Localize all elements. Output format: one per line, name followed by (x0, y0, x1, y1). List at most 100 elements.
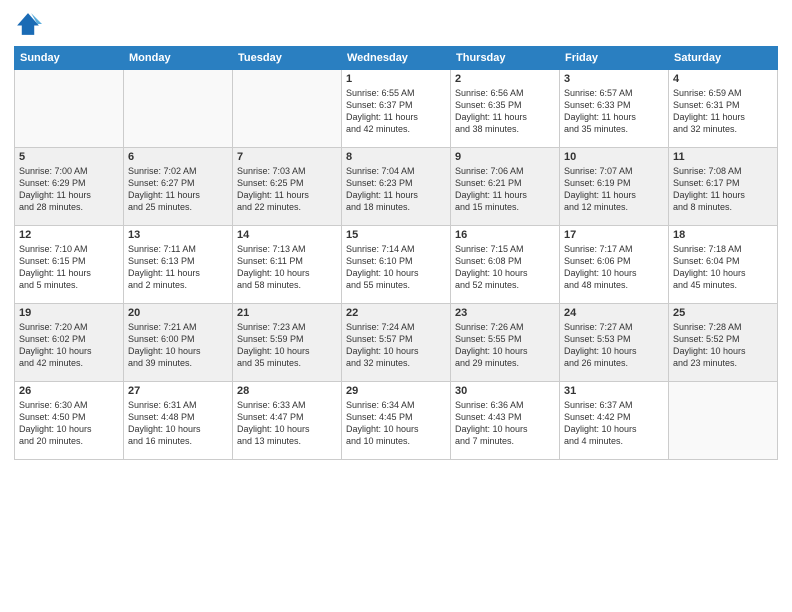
calendar-day-cell (124, 70, 233, 148)
weekday-header-saturday: Saturday (669, 47, 778, 70)
calendar-day-cell: 11 Sunrise: 7:08 AMSunset: 6:17 PMDayligh… (669, 148, 778, 226)
calendar-day-cell: 8Sunrise: 7:04 AMSunset: 6:23 PMDaylight… (342, 148, 451, 226)
day-info: Sunrise: 7:14 AMSunset: 6:10 PMDaylight:… (346, 243, 446, 292)
calendar-week-row: 19 Sunrise: 7:20 AMSunset: 6:02 PMDayligh… (15, 304, 778, 382)
calendar-day-cell: 22 Sunrise: 7:24 AMSunset: 5:57 PMDayligh… (342, 304, 451, 382)
day-info: Sunrise: 7:06 AMSunset: 6:21 PMDaylight:… (455, 165, 555, 214)
calendar-day-cell: 7Sunrise: 7:03 AMSunset: 6:25 PMDaylight… (233, 148, 342, 226)
calendar-day-cell: 10Sunrise: 7:07 AMSunset: 6:19 PMDayligh… (560, 148, 669, 226)
calendar-header: SundayMondayTuesdayWednesdayThursdayFrid… (15, 47, 778, 70)
weekday-header-tuesday: Tuesday (233, 47, 342, 70)
day-number: 19 (19, 307, 119, 319)
day-number: 11 (673, 151, 773, 163)
day-number: 25 (673, 307, 773, 319)
calendar-day-cell: 31 Sunrise: 6:37 AMSunset: 4:42 PMDayligh… (560, 382, 669, 460)
day-info: Sunrise: 7:23 AMSunset: 5:59 PMDaylight:… (237, 321, 337, 370)
day-number: 13 (128, 229, 228, 241)
day-info: Sunrise: 6:57 AMSunset: 6:33 PMDaylight:… (564, 87, 664, 136)
calendar-day-cell: 17 Sunrise: 7:17 AMSunset: 6:06 PMDayligh… (560, 226, 669, 304)
calendar-day-cell: 19 Sunrise: 7:20 AMSunset: 6:02 PMDayligh… (15, 304, 124, 382)
weekday-header-thursday: Thursday (451, 47, 560, 70)
day-info: Sunrise: 7:08 AMSunset: 6:17 PMDaylight:… (673, 165, 773, 214)
day-info: Sunrise: 7:15 AMSunset: 6:08 PMDaylight:… (455, 243, 555, 292)
day-info: Sunrise: 7:21 AMSunset: 6:00 PMDaylight:… (128, 321, 228, 370)
calendar-day-cell: 25 Sunrise: 7:28 AMSunset: 5:52 PMDayligh… (669, 304, 778, 382)
day-info: Sunrise: 7:26 AMSunset: 5:55 PMDaylight:… (455, 321, 555, 370)
calendar-day-cell: 18 Sunrise: 7:18 AMSunset: 6:04 PMDayligh… (669, 226, 778, 304)
day-number: 22 (346, 307, 446, 319)
logo (14, 10, 46, 38)
day-number: 6 (128, 151, 228, 163)
calendar-day-cell: 13Sunrise: 7:11 AMSunset: 6:13 PMDayligh… (124, 226, 233, 304)
calendar-day-cell: 28 Sunrise: 6:33 AMSunset: 4:47 PMDayligh… (233, 382, 342, 460)
calendar-day-cell (669, 382, 778, 460)
day-number: 17 (564, 229, 664, 241)
calendar-day-cell: 4 Sunrise: 6:59 AMSunset: 6:31 PMDaylight… (669, 70, 778, 148)
day-info: Sunrise: 7:24 AMSunset: 5:57 PMDaylight:… (346, 321, 446, 370)
day-info: Sunrise: 6:34 AMSunset: 4:45 PMDaylight:… (346, 399, 446, 448)
day-number: 20 (128, 307, 228, 319)
day-number: 23 (455, 307, 555, 319)
day-number: 26 (19, 385, 119, 397)
day-number: 15 (346, 229, 446, 241)
calendar-week-row: 12 Sunrise: 7:10 AMSunset: 6:15 PMDayligh… (15, 226, 778, 304)
calendar-day-cell: 15 Sunrise: 7:14 AMSunset: 6:10 PMDayligh… (342, 226, 451, 304)
day-info: Sunrise: 7:27 AMSunset: 5:53 PMDaylight:… (564, 321, 664, 370)
day-info: Sunrise: 7:20 AMSunset: 6:02 PMDaylight:… (19, 321, 119, 370)
calendar-day-cell: 27Sunrise: 6:31 AMSunset: 4:48 PMDayligh… (124, 382, 233, 460)
calendar-day-cell: 29 Sunrise: 6:34 AMSunset: 4:45 PMDayligh… (342, 382, 451, 460)
day-info: Sunrise: 7:18 AMSunset: 6:04 PMDaylight:… (673, 243, 773, 292)
day-number: 12 (19, 229, 119, 241)
calendar-body: 1Sunrise: 6:55 AMSunset: 6:37 PMDaylight… (15, 70, 778, 460)
day-info: Sunrise: 7:00 AMSunset: 6:29 PMDaylight:… (19, 165, 119, 214)
day-info: Sunrise: 6:56 AMSunset: 6:35 PMDaylight:… (455, 87, 555, 136)
day-number: 8 (346, 151, 446, 163)
day-info: Sunrise: 6:31 AMSunset: 4:48 PMDaylight:… (128, 399, 228, 448)
day-info: Sunrise: 7:28 AMSunset: 5:52 PMDaylight:… (673, 321, 773, 370)
day-info: Sunrise: 6:33 AMSunset: 4:47 PMDaylight:… (237, 399, 337, 448)
day-info: Sunrise: 6:30 AMSunset: 4:50 PMDaylight:… (19, 399, 119, 448)
day-number: 4 (673, 73, 773, 85)
day-number: 30 (455, 385, 555, 397)
day-number: 10 (564, 151, 664, 163)
day-number: 3 (564, 73, 664, 85)
day-number: 1 (346, 73, 446, 85)
day-number: 14 (237, 229, 337, 241)
weekday-header-friday: Friday (560, 47, 669, 70)
calendar-day-cell: 20 Sunrise: 7:21 AMSunset: 6:00 PMDayligh… (124, 304, 233, 382)
day-info: Sunrise: 7:02 AMSunset: 6:27 PMDaylight:… (128, 165, 228, 214)
calendar-day-cell (15, 70, 124, 148)
day-number: 9 (455, 151, 555, 163)
calendar-week-row: 1Sunrise: 6:55 AMSunset: 6:37 PMDaylight… (15, 70, 778, 148)
weekday-header-wednesday: Wednesday (342, 47, 451, 70)
calendar-table: SundayMondayTuesdayWednesdayThursdayFrid… (14, 46, 778, 460)
day-number: 29 (346, 385, 446, 397)
calendar-day-cell: 1Sunrise: 6:55 AMSunset: 6:37 PMDaylight… (342, 70, 451, 148)
weekday-header-monday: Monday (124, 47, 233, 70)
calendar-day-cell: 16Sunrise: 7:15 AMSunset: 6:08 PMDayligh… (451, 226, 560, 304)
calendar-day-cell: 6 Sunrise: 7:02 AMSunset: 6:27 PMDaylight… (124, 148, 233, 226)
weekday-header-sunday: Sunday (15, 47, 124, 70)
calendar-day-cell: 14Sunrise: 7:13 AMSunset: 6:11 PMDayligh… (233, 226, 342, 304)
calendar-day-cell: 3 Sunrise: 6:57 AMSunset: 6:33 PMDaylight… (560, 70, 669, 148)
calendar-day-cell (233, 70, 342, 148)
day-info: Sunrise: 7:10 AMSunset: 6:15 PMDaylight:… (19, 243, 119, 292)
day-info: Sunrise: 6:37 AMSunset: 4:42 PMDaylight:… (564, 399, 664, 448)
calendar-week-row: 26 Sunrise: 6:30 AMSunset: 4:50 PMDayligh… (15, 382, 778, 460)
calendar-day-cell: 26 Sunrise: 6:30 AMSunset: 4:50 PMDayligh… (15, 382, 124, 460)
day-number: 31 (564, 385, 664, 397)
day-info: Sunrise: 6:36 AMSunset: 4:43 PMDaylight:… (455, 399, 555, 448)
page-header (14, 10, 778, 38)
day-number: 2 (455, 73, 555, 85)
calendar-day-cell: 5Sunrise: 7:00 AMSunset: 6:29 PMDaylight… (15, 148, 124, 226)
day-number: 7 (237, 151, 337, 163)
day-number: 21 (237, 307, 337, 319)
day-number: 18 (673, 229, 773, 241)
calendar-day-cell: 12 Sunrise: 7:10 AMSunset: 6:15 PMDayligh… (15, 226, 124, 304)
weekday-header-row: SundayMondayTuesdayWednesdayThursdayFrid… (15, 47, 778, 70)
day-info: Sunrise: 7:17 AMSunset: 6:06 PMDaylight:… (564, 243, 664, 292)
calendar-day-cell: 2 Sunrise: 6:56 AMSunset: 6:35 PMDaylight… (451, 70, 560, 148)
day-number: 28 (237, 385, 337, 397)
day-info: Sunrise: 6:59 AMSunset: 6:31 PMDaylight:… (673, 87, 773, 136)
calendar-week-row: 5Sunrise: 7:00 AMSunset: 6:29 PMDaylight… (15, 148, 778, 226)
